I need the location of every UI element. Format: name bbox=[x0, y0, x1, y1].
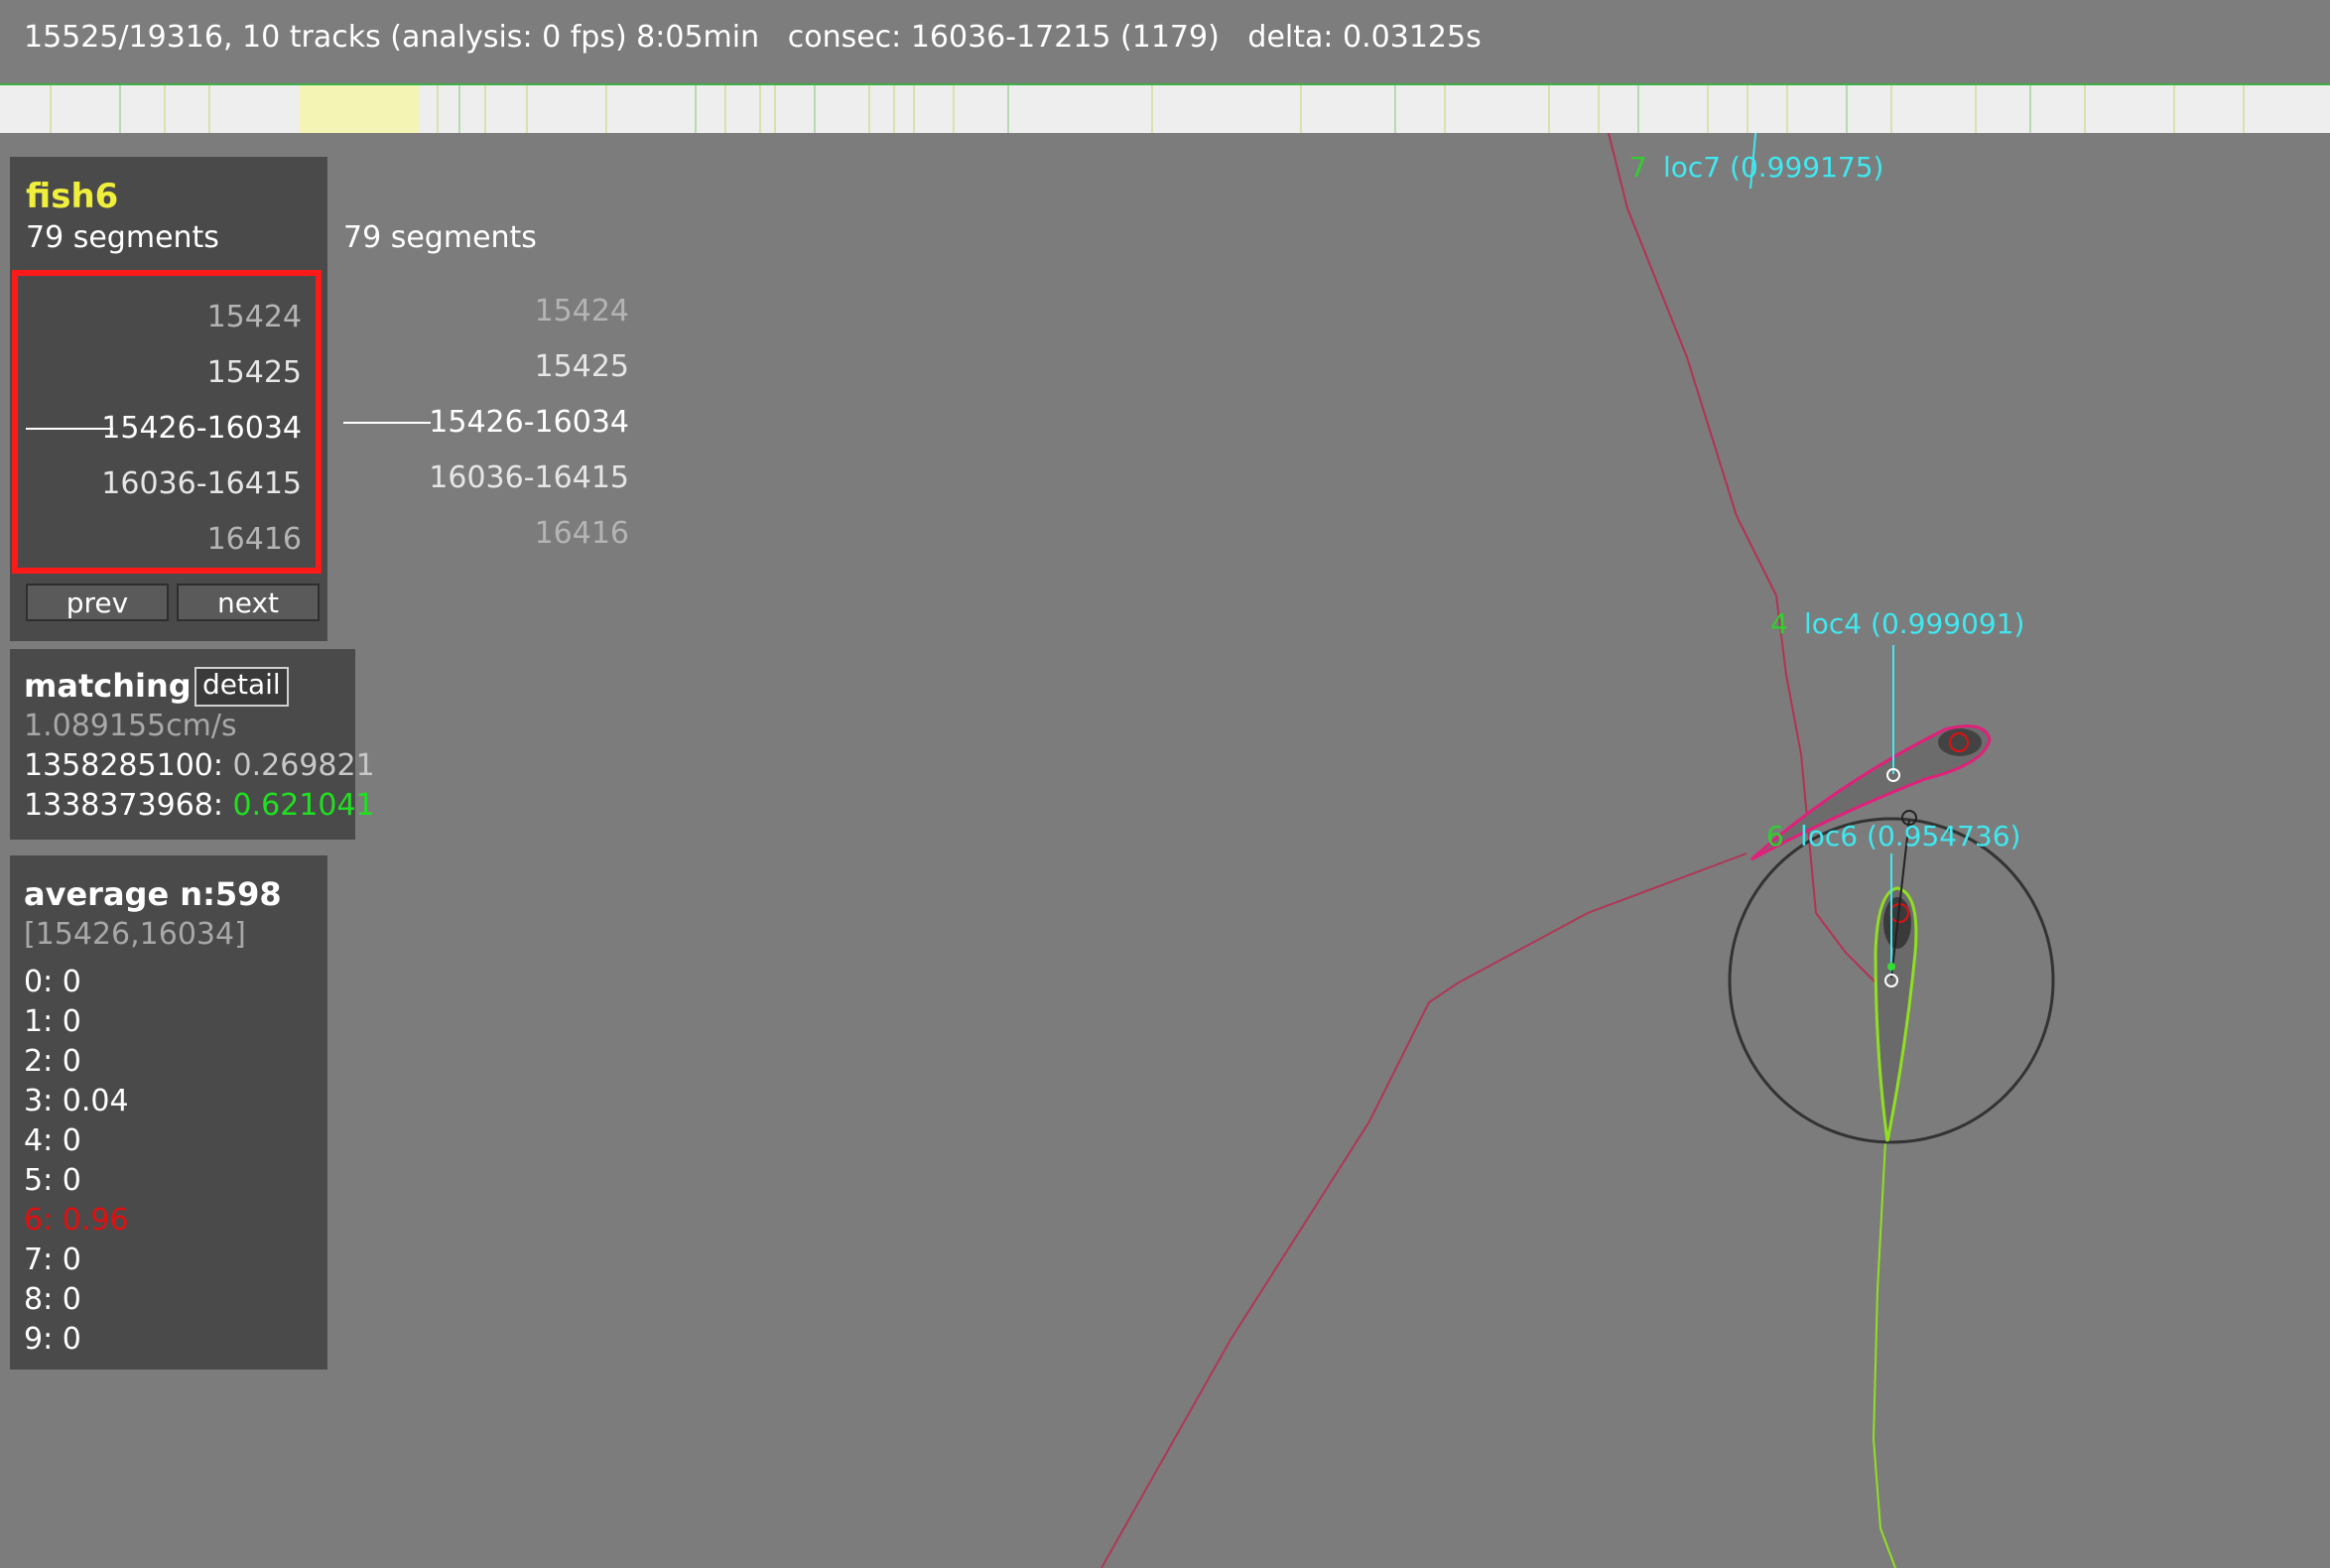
average-entry: 1: 0 bbox=[24, 1004, 81, 1039]
segment-item-secondary: 16416 bbox=[534, 516, 629, 551]
average-entry: 8: 0 bbox=[24, 1282, 81, 1317]
fish-title: fish6 bbox=[26, 177, 119, 216]
segment-item-secondary: 15425 bbox=[534, 349, 629, 384]
timeline-tick bbox=[458, 85, 460, 133]
timeline-tick bbox=[1707, 85, 1709, 133]
timeline-tick bbox=[2173, 85, 2175, 133]
track-label-7-name: loc7 (0.999175) bbox=[1663, 151, 1883, 184]
timeline-tick bbox=[1637, 85, 1639, 133]
match-row-2: 1338373968: 0.621041 bbox=[24, 788, 375, 823]
average-entry: 2: 0 bbox=[24, 1044, 81, 1079]
timeline-tick bbox=[164, 85, 166, 133]
average-entry: 4: 0 bbox=[24, 1123, 81, 1158]
timeline-tick bbox=[605, 85, 607, 133]
timeline-tick bbox=[526, 85, 528, 133]
average-entry-highlighted: 6: 0.96 bbox=[24, 1203, 129, 1238]
timeline-current-range bbox=[300, 85, 419, 133]
average-title: average n:598 bbox=[24, 875, 282, 913]
timeline-tick bbox=[1786, 85, 1788, 133]
timeline-tick bbox=[814, 85, 816, 133]
average-entry: 0: 0 bbox=[24, 965, 81, 999]
average-entry: 3: 0.04 bbox=[24, 1084, 129, 1118]
timeline-tick bbox=[1747, 85, 1748, 133]
timeline-tick bbox=[1007, 85, 1009, 133]
timeline-tick bbox=[1394, 85, 1396, 133]
timeline-tick bbox=[484, 85, 486, 133]
average-entry: 9: 0 bbox=[24, 1322, 81, 1357]
match-row-1: 1358285100: 0.269821 bbox=[24, 748, 375, 783]
next-button[interactable]: next bbox=[177, 584, 320, 621]
prev-button[interactable]: prev bbox=[26, 584, 169, 621]
timeline-tick bbox=[774, 85, 776, 133]
average-entry: 5: 0 bbox=[24, 1163, 81, 1198]
timeline-tick bbox=[2243, 85, 2245, 133]
detail-button[interactable]: detail bbox=[194, 667, 289, 707]
timeline-tick bbox=[2029, 85, 2031, 133]
segments-count: 79 segments bbox=[26, 220, 219, 255]
match-2-value: 0.621041 bbox=[222, 788, 375, 823]
segment-item[interactable]: 16036-16415 bbox=[101, 466, 302, 501]
timeline-tick bbox=[119, 85, 121, 133]
timeline-tick bbox=[1890, 85, 1892, 133]
timeline-tick bbox=[913, 85, 915, 133]
timeline-tick bbox=[893, 85, 895, 133]
segment-item[interactable]: 15425 bbox=[207, 355, 302, 390]
timeline-tick bbox=[1598, 85, 1600, 133]
timeline-tick bbox=[1846, 85, 1848, 133]
timeline-tick bbox=[2084, 85, 2086, 133]
selected-segment-marker bbox=[26, 428, 113, 430]
fish6-trail bbox=[1872, 1140, 1896, 1568]
status-text: 15525/19316, 10 tracks (analysis: 0 fps)… bbox=[24, 20, 1482, 55]
timeline-tick bbox=[1151, 85, 1153, 133]
timeline-tick bbox=[759, 85, 761, 133]
segments-count-secondary: 79 segments bbox=[343, 220, 537, 255]
timeline-tick bbox=[868, 85, 870, 133]
segment-item-secondary: 16036-16415 bbox=[429, 460, 629, 495]
average-entry: 7: 0 bbox=[24, 1242, 81, 1277]
matching-title: matching bbox=[24, 667, 192, 705]
matching-speed: 1.089155cm/s bbox=[24, 709, 237, 743]
timeline-tick bbox=[208, 85, 210, 133]
fish6-midpoint bbox=[1887, 963, 1895, 971]
timeline-tick bbox=[1548, 85, 1550, 133]
segment-item-secondary: 15424 bbox=[534, 294, 629, 328]
timeline-tick bbox=[1975, 85, 1977, 133]
timeline-tick bbox=[695, 85, 697, 133]
segment-item-selected[interactable]: 15426-16034 bbox=[101, 411, 302, 446]
segment-list[interactable]: 15424 15425 15426-16034 16036-16415 1641… bbox=[12, 270, 322, 574]
track-label-4-id: 4 bbox=[1770, 607, 1788, 640]
timeline-tick bbox=[724, 85, 726, 133]
fish7-trail bbox=[1607, 128, 1886, 993]
timeline-tick bbox=[1444, 85, 1446, 133]
track-label-4-name: loc4 (0.999091) bbox=[1804, 607, 2024, 640]
fish4-trail bbox=[1100, 852, 1748, 1568]
status-bar: 15525/19316, 10 tracks (analysis: 0 fps)… bbox=[0, 0, 2330, 83]
timeline-scrubber[interactable] bbox=[0, 83, 2330, 133]
timeline-tick bbox=[953, 85, 955, 133]
track-label-6-name: loc6 (0.954736) bbox=[1800, 820, 2020, 852]
segment-item[interactable]: 16416 bbox=[207, 522, 302, 557]
timeline-tick bbox=[437, 85, 439, 133]
track-label-7-id: 7 bbox=[1629, 151, 1647, 184]
match-1-id: 1358285100: bbox=[24, 748, 223, 783]
timeline-tick bbox=[1300, 85, 1302, 133]
match-2-id: 1338373968: bbox=[24, 788, 223, 823]
match-1-value: 0.269821 bbox=[222, 748, 375, 783]
average-range: [15426,16034] bbox=[24, 917, 246, 952]
timeline-tick bbox=[50, 85, 52, 133]
segment-item-secondary-selected: 15426-16034 bbox=[429, 405, 629, 440]
segment-item[interactable]: 15424 bbox=[207, 300, 302, 334]
track-label-6-id: 6 bbox=[1766, 820, 1784, 852]
